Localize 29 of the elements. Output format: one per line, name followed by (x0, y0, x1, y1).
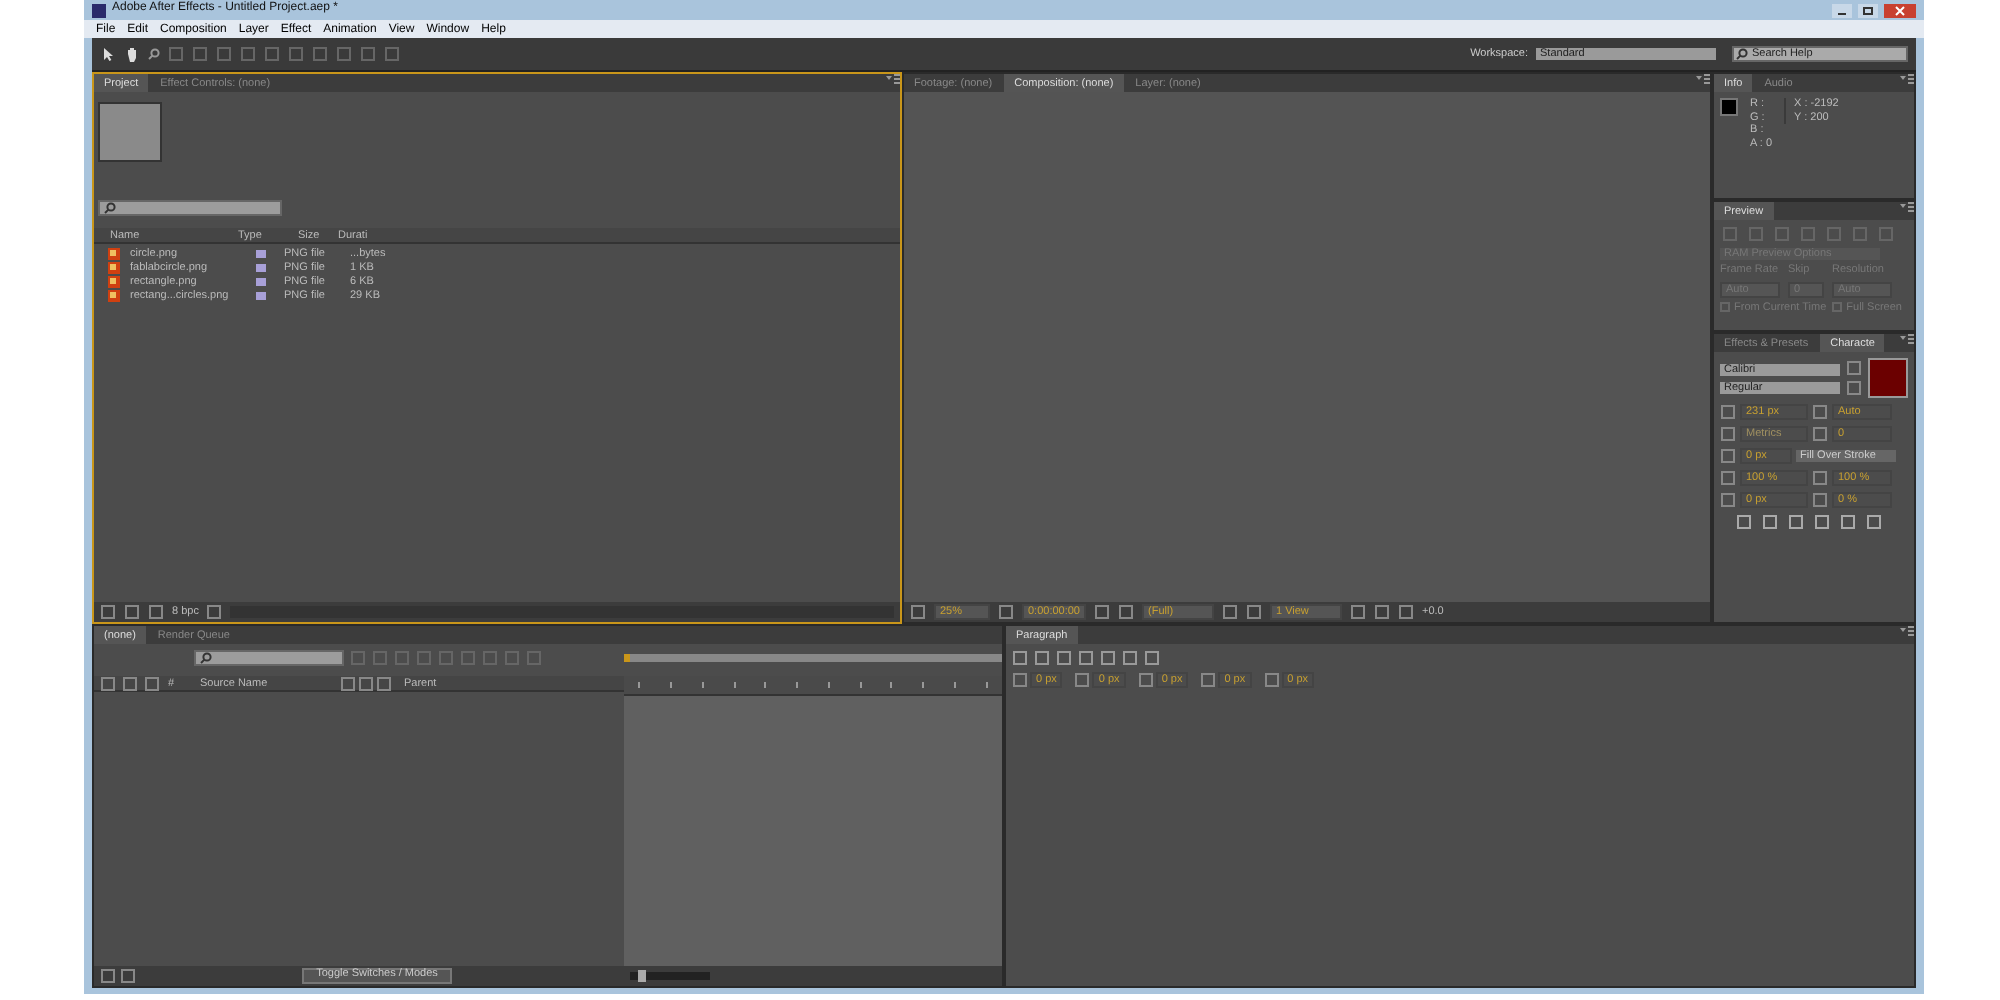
maximize-icon[interactable] (1858, 3, 1878, 17)
checkbox[interactable] (1832, 302, 1843, 313)
label-swatch (256, 278, 266, 286)
project-search-field[interactable] (98, 200, 282, 216)
app-icon (92, 3, 106, 17)
selection-arrow-icon[interactable] (100, 46, 116, 62)
panel-menu-icon[interactable] (1900, 74, 1914, 84)
search-icon (1736, 48, 1748, 60)
label-swatch (256, 264, 266, 272)
minimize-icon[interactable] (1832, 3, 1852, 17)
hand-icon[interactable] (124, 46, 140, 62)
checkbox[interactable] (1720, 302, 1730, 313)
zoom-tool-icon (148, 48, 160, 60)
panel-menu-icon[interactable] (1696, 74, 1710, 84)
search-icon (200, 652, 212, 664)
color-swatch (1720, 98, 1738, 116)
layer-search-field[interactable] (194, 650, 344, 666)
panel-menu-icon[interactable] (1900, 202, 1914, 212)
label-swatch (256, 250, 266, 258)
search-icon (104, 202, 116, 214)
fill-color-swatch[interactable] (1868, 358, 1908, 398)
thumbnail-placeholder (98, 102, 162, 162)
panel-menu-icon[interactable] (1900, 334, 1914, 344)
panel-menu-icon[interactable] (1900, 626, 1914, 636)
close-icon[interactable] (1884, 3, 1916, 17)
time-ruler[interactable] (624, 676, 1002, 696)
zoom-slider-thumb[interactable] (637, 970, 646, 982)
label-swatch (256, 292, 266, 300)
panel-menu-icon[interactable] (886, 74, 900, 84)
